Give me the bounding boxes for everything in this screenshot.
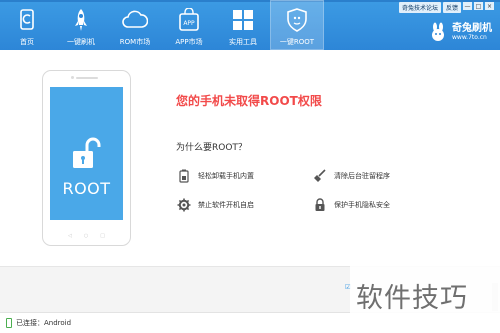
grid-icon bbox=[233, 10, 253, 30]
nav-home-label: 首页 bbox=[20, 38, 34, 46]
phone-root-text: ROOT bbox=[62, 179, 111, 198]
brand-name: 奇兔刷机 bbox=[452, 22, 492, 34]
feature-clean-background-label: 清除后台驻留程序 bbox=[334, 172, 390, 180]
why-root-title: 为什么要ROOT？ bbox=[176, 143, 247, 153]
brand-text: 奇兔刷机 www.7to.cn bbox=[452, 23, 492, 42]
nav-rom-market-label: ROM市场 bbox=[119, 38, 151, 46]
unlocked-padlock-icon bbox=[73, 137, 101, 168]
feature-uninstall: 轻松卸载手机内置 bbox=[177, 169, 254, 183]
nav-root[interactable]: 一键ROOT bbox=[270, 0, 324, 50]
broom-icon bbox=[314, 169, 326, 182]
cloud-icon bbox=[122, 10, 148, 28]
watermark: 软件技巧 bbox=[350, 266, 500, 333]
app-bag-icon: APP bbox=[179, 8, 199, 31]
root-panel: ROOT ◁ ○ □ 您的手机未取得ROOT权限 为什么要ROOT？ 轻松卸载手… bbox=[0, 50, 500, 282]
nav-root-label: 一键ROOT bbox=[279, 38, 315, 46]
nav-tools-label: 实用工具 bbox=[229, 38, 257, 46]
feature-clean-background: 清除后台驻留程序 bbox=[313, 169, 390, 183]
home-key-icon: ○ bbox=[83, 233, 89, 239]
phone-speaker bbox=[76, 77, 98, 79]
main-nav: 首页 一键刷机 ROM市场 APP APP市场 实用工具 一键ROOT bbox=[0, 0, 324, 50]
uninstall-icon bbox=[179, 169, 189, 183]
forum-link[interactable]: 奇兔技术论坛 bbox=[398, 2, 441, 13]
device-connected-icon bbox=[6, 318, 12, 328]
phone-illustration: ROOT ◁ ○ □ bbox=[42, 70, 131, 246]
brand: 奇兔刷机 www.7to.cn bbox=[428, 22, 492, 42]
app-window: 首页 一键刷机 ROM市场 APP APP市场 实用工具 一键ROOT 奇兔技术… bbox=[0, 0, 500, 333]
rocket-icon bbox=[75, 9, 87, 31]
root-status-headline: 您的手机未取得ROOT权限 bbox=[176, 94, 322, 108]
svg-text:APP: APP bbox=[183, 20, 195, 27]
phone-screen: ROOT bbox=[50, 87, 123, 220]
feature-privacy: 保护手机隐私安全 bbox=[313, 198, 390, 212]
feedback-link[interactable]: 反馈 bbox=[442, 2, 461, 13]
minimize-button[interactable]: — bbox=[463, 2, 472, 10]
nav-rom-market[interactable]: ROM市场 bbox=[108, 0, 162, 50]
top-links: 奇兔技术论坛 反馈 — □ × bbox=[398, 2, 494, 13]
home-icon bbox=[20, 9, 34, 30]
close-button[interactable]: × bbox=[485, 2, 494, 10]
maximize-button[interactable]: □ bbox=[474, 2, 483, 10]
feature-privacy-label: 保护手机隐私安全 bbox=[334, 201, 390, 209]
menu-key-icon: □ bbox=[100, 233, 105, 239]
nav-tools[interactable]: 实用工具 bbox=[216, 0, 270, 50]
shield-icon bbox=[287, 8, 307, 32]
nav-flash[interactable]: 一键刷机 bbox=[54, 0, 108, 50]
nav-app-market-label: APP市场 bbox=[175, 38, 203, 46]
connection-status: 已连接：Android bbox=[16, 319, 72, 327]
phone-softkeys: ◁ ○ □ bbox=[43, 233, 130, 239]
nav-home[interactable]: 首页 bbox=[0, 0, 54, 50]
nav-app-market[interactable]: APP APP市场 bbox=[162, 0, 216, 50]
padlock-icon bbox=[315, 198, 325, 211]
header-bar: 首页 一键刷机 ROM市场 APP APP市场 实用工具 一键ROOT 奇兔技术… bbox=[0, 0, 500, 50]
feature-block-autostart-label: 禁止软件开机自启 bbox=[198, 201, 254, 209]
feature-uninstall-label: 轻松卸载手机内置 bbox=[198, 172, 254, 180]
brand-url: www.7to.cn bbox=[452, 33, 487, 41]
watermark-text: 软件技巧 bbox=[356, 283, 468, 314]
gear-icon bbox=[177, 198, 191, 212]
feature-block-autostart: 禁止软件开机自启 bbox=[177, 198, 254, 212]
back-key-icon: ◁ bbox=[68, 233, 72, 239]
phone-camera bbox=[71, 76, 74, 79]
rabbit-logo-icon bbox=[432, 22, 444, 41]
nav-flash-label: 一键刷机 bbox=[67, 38, 95, 46]
